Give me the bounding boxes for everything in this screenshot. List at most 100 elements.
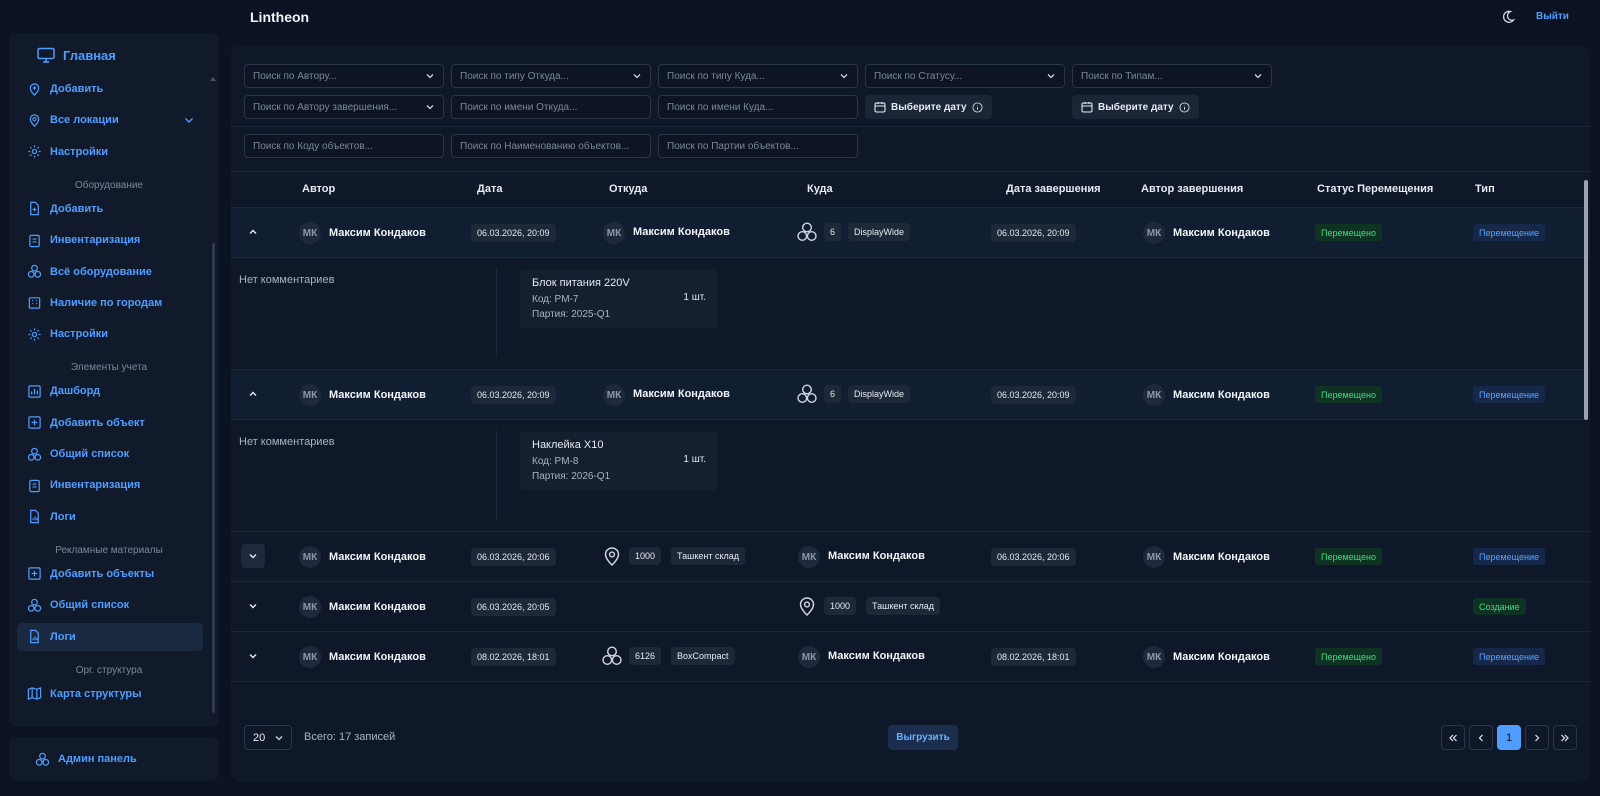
endpoint-name[interactable]: BoxCompact [671,647,735,665]
row-date: 06.03.2026, 20:06 [471,548,556,566]
prev-page-button[interactable] [1469,725,1493,750]
endpoint-name[interactable]: DisplayWide [848,385,911,403]
moon-icon[interactable] [1500,9,1516,25]
status-filter-input[interactable] [874,70,1064,82]
endpoint-user-name[interactable]: Максим Кондаков [828,550,925,562]
header-completed-date[interactable]: Дата завершения [1006,183,1101,195]
object-name-filter[interactable] [451,134,651,158]
endpoint-user-name[interactable]: Максим Кондаков [633,226,730,238]
table-row[interactable]: МК Максим Кондаков 06.03.2026, 20:06 1000 Та… [231,532,1590,582]
table-row[interactable]: МК Максим Кондаков 08.02.2026, 18:01 6126 Bo… [231,632,1590,682]
object-batch-filter[interactable] [658,134,858,158]
sidebar-item[interactable]: Добавить объекты [17,560,203,588]
from-type-filter[interactable] [451,64,651,88]
row-details: Нет комментариев Наклейка X10 Код: PM-8 … [231,420,1590,532]
to-type-filter[interactable] [658,64,858,88]
expand-row-button[interactable] [241,644,265,668]
first-page-button[interactable] [1441,725,1465,750]
from-name-filter-input[interactable] [460,101,650,113]
object-code-filter[interactable] [244,134,444,158]
admin-panel-link[interactable]: Админ панель [9,737,219,781]
sidebar-item[interactable]: Общий список [17,591,203,619]
collapse-row-button[interactable] [241,220,265,244]
table-row[interactable]: МК Максим Кондаков 06.03.2026, 20:05 1000 Та… [231,582,1590,632]
completed-author-name[interactable]: Максим Кондаков [1173,227,1270,239]
sidebar-item[interactable]: Всё оборудование [17,258,203,286]
table-scrollbar-thumb[interactable] [1584,180,1588,420]
chevron-down-icon [185,118,193,124]
to-type-filter-input[interactable] [667,70,857,82]
expand-row-button[interactable] [241,594,265,618]
author-name[interactable]: Максим Кондаков [329,601,426,613]
table-row[interactable]: МК Максим Кондаков 06.03.2026, 20:09 МК Макс… [231,370,1590,420]
object-batch-filter-input[interactable] [667,140,857,152]
author-name[interactable]: Максим Кондаков [329,551,426,563]
completed-author-name[interactable]: Максим Кондаков [1173,551,1270,563]
sidebar-item[interactable]: Инвентаризация [17,226,203,254]
to-name-filter-input[interactable] [667,101,857,113]
sidebar-item[interactable]: Добавить объект [17,409,203,437]
last-page-button[interactable] [1553,725,1577,750]
sidebar-item[interactable]: Логи [17,622,203,651]
collapse-row-button[interactable] [241,382,265,406]
author-name[interactable]: Максим Кондаков [329,227,426,239]
row-completed-date: 08.02.2026, 18:01 [991,648,1076,666]
endpoint-name[interactable]: Ташкент склад [671,547,746,565]
page-size-select[interactable]: 20 [244,725,292,750]
sidebar-home-link[interactable]: Главная [37,45,116,65]
sidebar-item[interactable]: Карта структуры [17,680,203,708]
sidebar-item[interactable]: Добавить [17,75,203,103]
from-type-filter-input[interactable] [460,70,650,82]
header-author[interactable]: Автор [302,183,335,195]
sidebar-item[interactable]: Настройки [17,138,203,166]
endpoint-name[interactable]: Ташкент склад [866,597,941,615]
sidebar-item-label: Карта структуры [50,687,142,700]
date-picker-button[interactable]: Выберите дату [865,95,992,119]
sidebar-scrollbar[interactable] [212,243,215,713]
author-filter-input[interactable] [253,70,443,82]
from-name-filter[interactable] [451,95,651,119]
sidebar-item[interactable]: Добавить [17,195,203,223]
completed-author-name[interactable]: Максим Кондаков [1173,389,1270,401]
logout-link[interactable]: Выйти [1536,11,1569,22]
endpoint-user-name[interactable]: Максим Кондаков [633,388,730,400]
header-status[interactable]: Статус Перемещения [1317,183,1433,195]
completed-author-name[interactable]: Максим Кондаков [1173,651,1270,663]
sidebar-scroll-up-arrow[interactable] [210,77,216,81]
header-from[interactable]: Откуда [609,183,647,195]
sidebar-item[interactable]: Настройки [17,320,203,348]
endpoint-user-name[interactable]: Максим Кондаков [828,650,925,662]
page-button-current[interactable]: 1 [1497,725,1521,750]
sidebar-item[interactable]: Наличие по городам [17,289,203,317]
export-button[interactable]: Выгрузить [888,725,958,750]
sidebar-item[interactable]: Общий список [17,440,203,468]
types-filter-input[interactable] [1081,70,1271,82]
plus-square-icon [28,567,41,581]
header-to[interactable]: Куда [807,183,833,195]
header-date[interactable]: Дата [477,183,502,195]
author-filter[interactable] [244,64,444,88]
author-name[interactable]: Максим Кондаков [329,389,426,401]
completion-author-filter[interactable] [244,95,444,119]
endpoint-name[interactable]: DisplayWide [848,223,911,241]
object-code-filter-input[interactable] [253,140,443,152]
table-row[interactable]: МК Максим Кондаков 06.03.2026, 20:09 МК Макс… [231,208,1590,258]
to-name-filter[interactable] [658,95,858,119]
status-filter[interactable] [865,64,1065,88]
header-completed-author[interactable]: Автор завершения [1141,183,1243,195]
author-name[interactable]: Максим Кондаков [329,651,426,663]
types-filter[interactable] [1072,64,1272,88]
object-name-filter-input[interactable] [460,140,650,152]
chevrons-right-icon [1561,734,1569,741]
completion-author-filter-input[interactable] [253,101,443,113]
sidebar-item-label: Настройки [50,328,109,341]
expand-row-button[interactable] [241,544,265,568]
sidebar-item[interactable]: Логи [17,503,203,531]
sidebar-item[interactable]: Дашборд [17,377,203,405]
completion-date-picker-button[interactable]: Выберите дату [1072,95,1199,119]
sidebar-item[interactable]: Все локации [17,106,203,134]
chevron-down-icon [1047,74,1055,79]
sidebar-item[interactable]: Инвентаризация [17,471,203,499]
header-type[interactable]: Тип [1475,183,1495,195]
next-page-button[interactable] [1525,725,1549,750]
